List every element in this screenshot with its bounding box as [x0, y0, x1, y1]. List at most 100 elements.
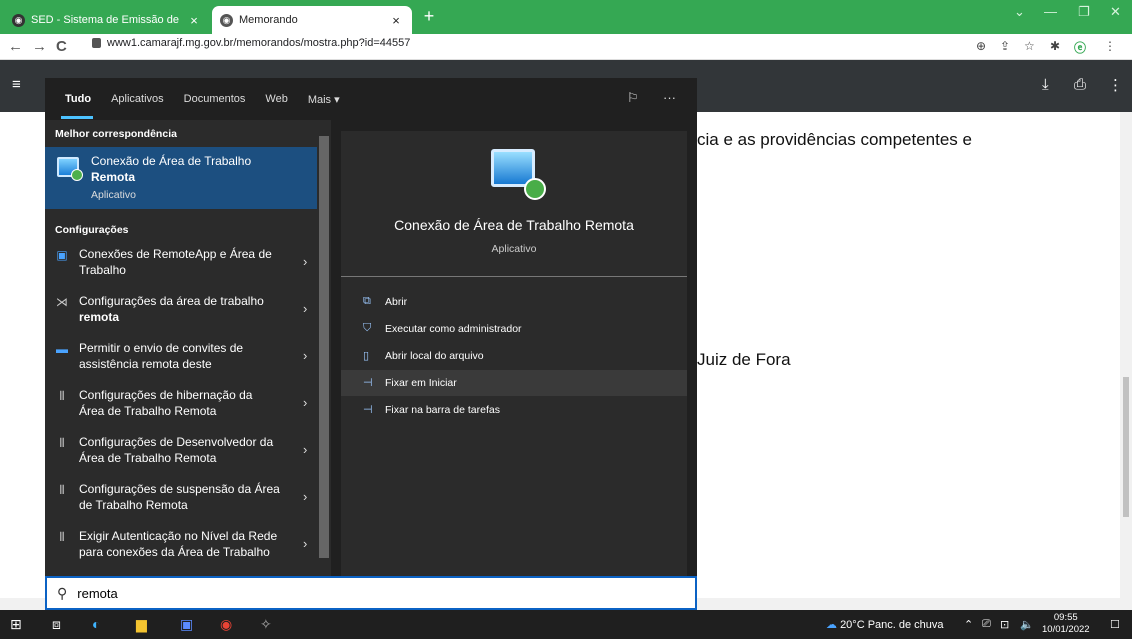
volume-icon[interactable]: 🔈	[1020, 618, 1034, 631]
bookmark-star-icon[interactable]: ☆	[1024, 39, 1035, 53]
remote-desktop-icon	[491, 149, 546, 200]
feedback-icon[interactable]: ⚐	[627, 90, 639, 106]
lock-icon	[92, 38, 101, 48]
results-list: Melhor correspondência Conexão de Área d…	[45, 120, 317, 576]
clock[interactable]: 09:55 10/01/2022	[1042, 612, 1090, 636]
item-label: Configurações de Desenvolvedor da Área de…	[79, 435, 274, 465]
document-text: Juiz de Fora	[697, 350, 791, 369]
search-menu: Tudo Aplicativos Documentos Web Mais ▾ ⚐…	[45, 78, 697, 610]
results-scrollbar[interactable]	[317, 120, 331, 576]
action-pin-to-taskbar[interactable]: ⊣ Fixar na barra de tarefas	[341, 397, 687, 423]
scroll-thumb[interactable]	[319, 136, 329, 558]
chevron-up-icon[interactable]: ⌃	[964, 618, 973, 631]
item-label: Configurações de suspensão da Área de Tra…	[79, 482, 280, 512]
search-input[interactable]: remota	[77, 586, 117, 601]
tab-more[interactable]: Mais ▾	[308, 93, 340, 106]
profile-icon[interactable]: ⓔ	[1074, 39, 1086, 56]
vertical-scrollbar[interactable]	[1120, 112, 1132, 598]
print-icon[interactable]: ⎙	[1074, 76, 1086, 93]
close-window-icon[interactable]: ✕	[1110, 4, 1121, 20]
menu-dots-icon[interactable]: ⋮	[1104, 39, 1116, 53]
app-icon[interactable]: ✧	[260, 616, 272, 633]
settings-sliders-icon: ⫴	[59, 389, 65, 403]
chrome-icon[interactable]: ◉	[220, 616, 232, 633]
list-item[interactable]: ⫴ Configurações de Desenvolvedor da Área …	[45, 432, 317, 478]
chevron-right-icon[interactable]: ›	[303, 348, 307, 363]
folder-icon: ▯	[363, 350, 370, 362]
chevron-right-icon[interactable]: ›	[303, 489, 307, 504]
taskbar: ⊞ ⧈ ◐ ▆ ▣ ◉ ✧ ☁ 20°C Panc. de chuva ⌃ ⎚ …	[0, 610, 1132, 639]
close-tab-icon[interactable]: ×	[388, 13, 404, 28]
task-view-icon[interactable]: ⧈	[52, 616, 61, 633]
chevron-right-icon[interactable]: ›	[303, 254, 307, 269]
tab-apps[interactable]: Aplicativos	[111, 93, 164, 105]
extensions-icon[interactable]: ✱	[1050, 39, 1060, 53]
detail-title: Conexão de Área de Trabalho Remota	[394, 217, 634, 233]
item-label: Configurações de hibernação da Área de Tr…	[79, 388, 253, 418]
detail-pane: Conexão de Área de Trabalho Remota Aplic…	[341, 131, 687, 576]
options-icon[interactable]: ···	[663, 90, 676, 105]
tab-documents[interactable]: Documentos	[184, 93, 246, 105]
divider	[341, 276, 687, 277]
item-label: Exigir Autenticação no Nível da Rede para…	[79, 529, 278, 559]
document-text: cia e as providências competentes e	[697, 130, 972, 149]
tab-memorando[interactable]: ◉ Memorando ×	[212, 6, 412, 34]
restore-icon[interactable]: ❐	[1078, 4, 1090, 20]
pdf-menu-icon[interactable]: ≡	[12, 76, 21, 93]
active-tab-indicator	[61, 116, 93, 119]
back-icon[interactable]: ←	[8, 38, 23, 55]
zoom-app-icon[interactable]: ▣	[180, 616, 193, 633]
chevron-right-icon[interactable]: ›	[303, 442, 307, 457]
best-match-type: Aplicativo	[91, 189, 136, 201]
item-label: Configurações da área de trabalho remota	[79, 294, 264, 324]
detail-type: Aplicativo	[491, 243, 537, 255]
remote-desktop-icon	[57, 157, 83, 181]
download-icon[interactable]: ⤓	[1042, 76, 1049, 93]
best-match-item[interactable]: Conexão de Área de Trabalho Remota Aplic…	[45, 147, 317, 209]
weather-widget[interactable]: ☁ 20°C Panc. de chuva	[826, 618, 944, 631]
search-icon: ⚲	[57, 584, 68, 601]
forward-icon[interactable]: →	[32, 38, 47, 55]
chevron-right-icon[interactable]: ›	[303, 301, 307, 316]
list-item[interactable]: ⋊ Configurações da área de trabalho remot…	[45, 291, 317, 337]
close-tab-icon[interactable]: ×	[186, 13, 202, 28]
list-item[interactable]: ⫴ Exigir Autenticação no Nível da Rede pa…	[45, 526, 317, 572]
best-match-name: Conexão de Área de Trabalho Remota	[91, 154, 252, 184]
scroll-thumb[interactable]	[1123, 377, 1129, 517]
chevron-right-icon[interactable]: ›	[303, 536, 307, 551]
list-item[interactable]: ▣ Conexões de RemoteApp e Área de Trabalh…	[45, 244, 317, 290]
tab-all[interactable]: Tudo	[65, 93, 91, 105]
notification-icon[interactable]: ☐	[1110, 618, 1120, 631]
open-icon: ⧉	[363, 295, 371, 307]
zoom-icon[interactable]: ⊕	[976, 39, 986, 53]
action-pin-to-start[interactable]: ⊣ Fixar em Iniciar	[341, 370, 687, 396]
more-icon[interactable]: ⋮	[1108, 76, 1123, 94]
chevron-right-icon[interactable]: ›	[303, 395, 307, 410]
list-item[interactable]: ⫴ Configurações de suspensão da Área de T…	[45, 479, 317, 525]
globe-icon: ◉	[12, 13, 25, 27]
tab-search-icon[interactable]: ⌄	[1014, 4, 1025, 20]
tab-bar: ◉ SED - Sistema de Emissão de Do × ◉ Mem…	[0, 0, 1132, 34]
share-icon[interactable]: ⇪	[1000, 39, 1010, 53]
list-item[interactable]: ⫴ Configurações de hibernação da Área de …	[45, 385, 317, 431]
search-box[interactable]: ⚲ remota	[45, 576, 697, 610]
settings-sliders-icon: ⫴	[59, 436, 65, 450]
action-open-file-location[interactable]: ▯ Abrir local do arquivo	[341, 343, 687, 369]
ink-icon[interactable]: ⎚	[982, 618, 991, 631]
address-bar[interactable]: www1.camarajf.mg.gov.br/memorandos/mostr…	[92, 37, 410, 49]
edge-icon[interactable]: ◐	[92, 616, 100, 632]
minimize-icon[interactable]: —	[1044, 4, 1057, 19]
action-open[interactable]: ⧉ Abrir	[341, 289, 687, 315]
file-explorer-icon[interactable]: ▆	[136, 616, 147, 633]
settings-sliders-icon: ⫴	[59, 483, 65, 497]
network-icon[interactable]: ⊡	[1000, 618, 1009, 631]
new-tab-button[interactable]: +	[418, 6, 440, 27]
action-run-as-admin[interactable]: ⛉ Executar como administrador	[341, 316, 687, 342]
tab-sed[interactable]: ◉ SED - Sistema de Emissão de Do ×	[4, 6, 210, 34]
item-label: Conexões de RemoteApp e Área de Trabalho	[79, 247, 272, 277]
tab-web[interactable]: Web	[265, 93, 287, 105]
reload-icon[interactable]: C	[56, 38, 67, 55]
settings-sliders-icon: ⫴	[59, 530, 65, 544]
windows-start-icon[interactable]: ⊞	[10, 616, 22, 633]
list-item[interactable]: ▬ Permitir o envio de convites de assistê…	[45, 338, 317, 384]
